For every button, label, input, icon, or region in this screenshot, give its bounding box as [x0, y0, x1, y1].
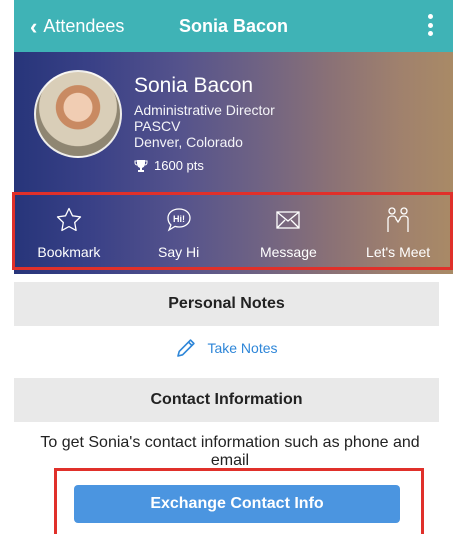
message-label: Message — [259, 244, 317, 260]
more-options-icon[interactable] — [427, 14, 433, 36]
contact-description: To get Sonia's contact information such … — [40, 434, 420, 469]
envelope-icon — [276, 211, 301, 229]
points-badge: 1600 pts — [134, 158, 275, 173]
star-icon — [56, 207, 82, 232]
action-bar: Bookmark Hi! Say Hi Message Let's Meet — [14, 194, 453, 270]
profile-location: Denver, Colorado — [134, 134, 243, 150]
svg-text:Hi!: Hi! — [173, 214, 185, 224]
profile-job-title: Administrative Director — [134, 102, 275, 118]
avatar — [34, 70, 122, 158]
take-notes-label: Take Notes — [207, 340, 278, 356]
say-hi-button[interactable]: Hi! Say Hi — [124, 194, 234, 270]
personal-notes-header: Personal Notes — [14, 282, 439, 326]
back-button[interactable]: ‹ Attendees — [30, 13, 125, 39]
bookmark-label: Bookmark — [37, 244, 101, 260]
profile-info: Sonia Bacon Administrative Director PASC… — [134, 74, 275, 173]
message-button[interactable]: Message — [234, 194, 344, 270]
take-notes-button[interactable]: Take Notes — [14, 330, 439, 366]
people-icon — [387, 207, 409, 232]
say-hi-label: Say Hi — [158, 244, 200, 260]
profile-name: Sonia Bacon — [134, 74, 254, 97]
hi-bubble-icon: Hi! — [166, 208, 191, 232]
chevron-left-icon: ‹ — [30, 13, 38, 39]
lets-meet-button[interactable]: Let's Meet — [343, 194, 453, 270]
points-label: 1600 pts — [154, 158, 204, 173]
exchange-contact-button[interactable]: Exchange Contact Info — [74, 485, 400, 523]
trophy-icon — [134, 159, 148, 172]
profile-organization: PASCV — [134, 118, 181, 134]
back-label: Attendees — [43, 16, 125, 36]
nav-bar: ‹ Attendees Sonia Bacon — [14, 0, 453, 52]
bookmark-button[interactable]: Bookmark — [14, 194, 124, 270]
contact-information-header: Contact Information — [14, 378, 439, 422]
lets-meet-label: Let's Meet — [366, 244, 431, 260]
pencil-icon — [177, 339, 196, 357]
